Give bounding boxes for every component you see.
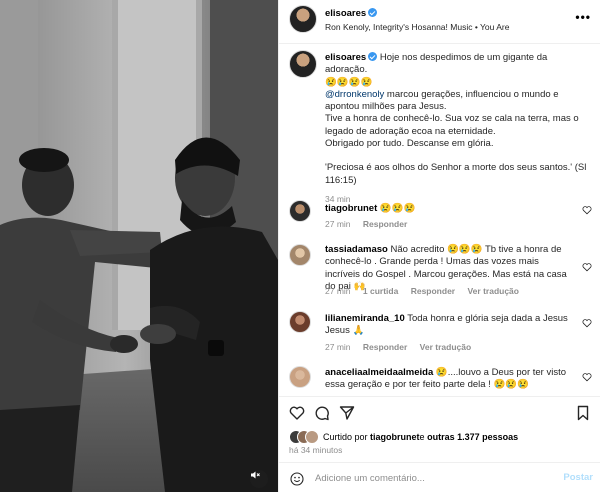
like-comment-heart-icon[interactable] [582,205,592,215]
likes-others[interactable]: outras 1.377 pessoas [427,432,518,442]
comment-text: lilianemiranda_10 Toda honra e glória se… [325,313,573,338]
comment-username[interactable]: tassiadamaso [325,244,388,255]
comment-username[interactable]: lilianemiranda_10 [325,313,405,324]
reply-button[interactable]: Responder [411,286,455,296]
likes-prefix: Curtido por [323,432,368,442]
like-heart-icon[interactable] [289,405,305,421]
posted-time[interactable]: há 34 minutos [289,445,342,455]
comment-bubble-icon[interactable] [314,405,330,421]
verified-badge-icon [368,8,378,17]
comment-meta: 27 min 1 curtida Responder Ver tradução [325,286,529,296]
comment-text: anaceliaalmeidaalmeida 😢....louvo a Deus… [325,367,573,392]
comment-time: 27 min [325,342,351,352]
share-send-icon[interactable] [339,405,355,421]
speaker-muted-icon [251,471,260,479]
comment-input[interactable] [315,470,545,486]
audio-track-link[interactable]: Ron Kenoly, Integrity's Hosanna! Music •… [325,22,509,32]
post-header: elisoares Ron Kenoly, Integrity's Hosann… [279,0,600,44]
comment-time: 27 min [325,219,351,229]
post-comment-button[interactable]: Postar [563,472,593,483]
mute-audio-button[interactable] [250,470,268,488]
instagram-post: elisoares Ron Kenoly, Integrity's Hosann… [0,0,600,492]
caption-line-4: Obrigado por tudo. Descanse em glória. [325,138,494,150]
verified-badge-icon [368,52,378,61]
author-username[interactable]: elisoares [325,8,366,19]
comment-time: 27 min [325,286,351,296]
mention-link[interactable]: @drronkenoly [325,89,384,100]
liker-avatars [289,430,319,444]
comment-username[interactable]: anaceliaalmeidaalmeida [325,367,433,378]
caption-line-3: Tive a honra de conhecê-lo. Sua voz se c… [325,113,579,137]
comment-meta: 27 min Responder Ver tradução [325,342,481,352]
likes-summary[interactable]: Curtido por tiagobrunet e outras 1.377 p… [289,430,518,444]
post-actions [279,396,600,424]
reply-button[interactable]: Responder [363,219,407,229]
like-comment-heart-icon[interactable] [582,262,592,272]
emoji-picker-icon[interactable] [290,472,304,486]
comment-username[interactable]: tiagobrunet [325,203,377,214]
more-options-icon[interactable]: ••• [575,10,591,24]
post-details-panel: elisoares Ron Kenoly, Integrity's Hosann… [278,0,600,492]
comment-avatar[interactable] [289,366,311,388]
see-translation-button[interactable]: Ver tradução [467,286,519,296]
photo-illustration [0,0,278,492]
likes-user[interactable]: tiagobrunet [370,432,420,442]
caption-emojis: 😢😢😢😢 [325,76,373,88]
caption-username[interactable]: elisoares [325,52,366,63]
post-photo[interactable] [0,0,278,492]
comment-avatar[interactable] [289,244,311,266]
like-comment-heart-icon[interactable] [582,318,592,328]
reply-button[interactable]: Responder [363,342,407,352]
caption-avatar[interactable] [289,50,317,78]
post-caption: elisoares Hoje nos despedimos de um giga… [325,52,591,205]
save-bookmark-icon[interactable] [575,405,591,421]
liker-avatar [305,430,319,444]
comment-body: 😢😢😢 [379,203,416,214]
like-comment-heart-icon[interactable] [582,372,592,382]
comment-meta: 27 min Responder [325,219,417,229]
comment-avatar[interactable] [289,311,311,333]
add-comment-bar: Postar [279,462,600,492]
see-translation-button[interactable]: Ver tradução [420,342,472,352]
comment-avatar[interactable] [289,200,311,222]
comment-text: tiagobrunet 😢😢😢 [325,203,573,215]
author-avatar[interactable] [289,5,317,33]
likes-middle: e [419,432,425,442]
comment-likes-count[interactable]: 1 curtida [363,286,398,296]
caption-verse: 'Preciosa é aos olhos do Senhor a morte … [325,162,587,186]
author-name-row: elisoares [325,8,378,19]
